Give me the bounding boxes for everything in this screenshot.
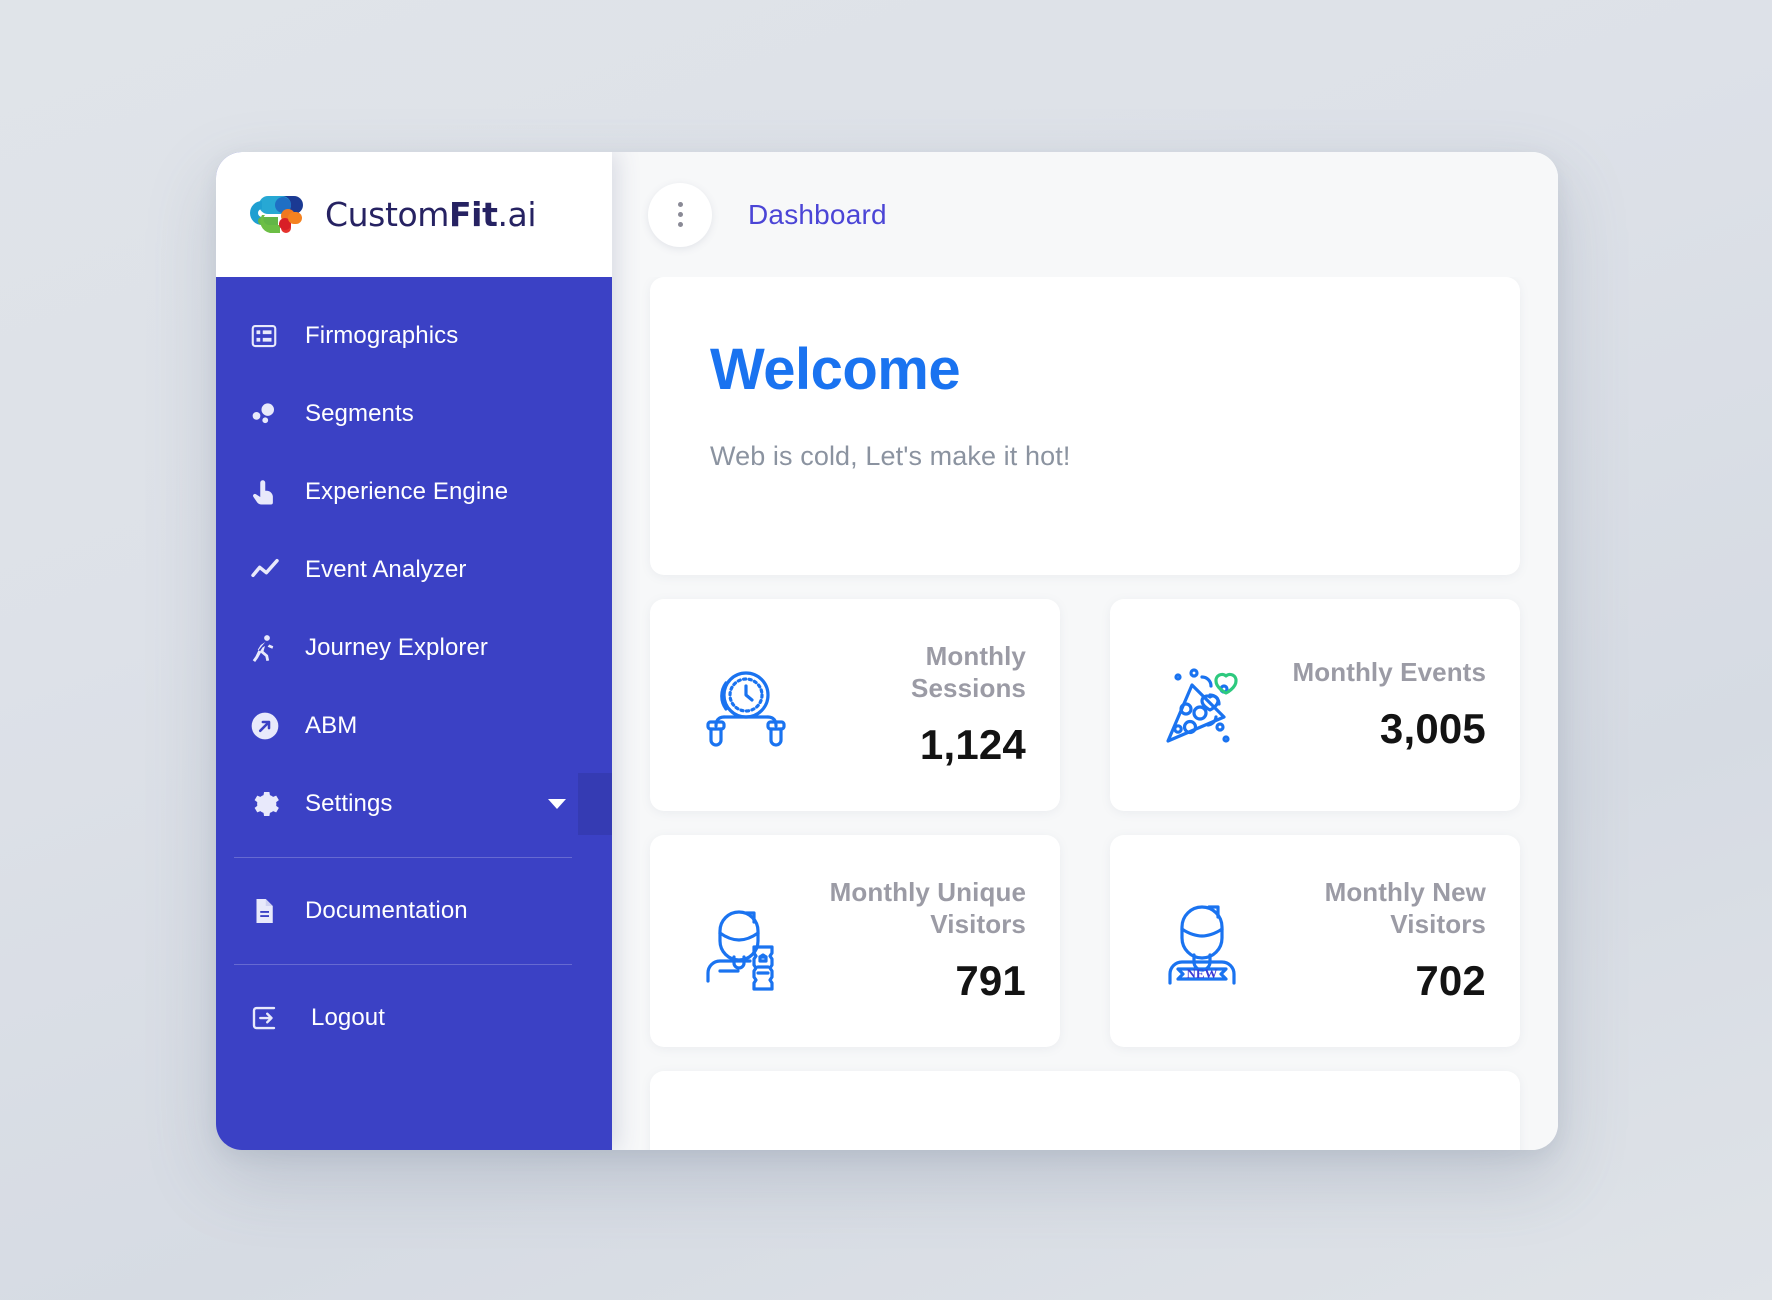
sidebar-divider-top [234, 857, 572, 858]
stat-label: Monthly Sessions [804, 641, 1026, 704]
sidebar-item-label: Firmographics [305, 322, 459, 349]
stat-value: 1,124 [919, 720, 1026, 768]
stat-label: Monthly Events [1264, 657, 1486, 689]
stat-label: Monthly Unique Visitors [804, 877, 1026, 940]
sidebar-item-abm[interactable]: ABM [216, 687, 612, 765]
sidebar-item-firmographics[interactable]: Firmographics [216, 297, 612, 375]
sidebar-item-label: Logout [311, 1004, 386, 1031]
sidebar-item-label: Documentation [305, 897, 468, 924]
sidebar-divider-bottom [234, 964, 572, 965]
sidebar: CustomFit.ai Firmographics Segments Expe… [216, 152, 612, 1150]
sidebar-item-event-analyzer[interactable]: Event Analyzer [216, 531, 612, 609]
party-popper-icon [1144, 655, 1264, 755]
welcome-subtitle: Web is cold, Let's make it hot! [710, 441, 1071, 471]
brand-name-suffix: .ai [497, 195, 537, 234]
stopwatch-jumprope-icon [684, 655, 804, 755]
line-chart-icon [249, 554, 295, 586]
brand-header[interactable]: CustomFit.ai [216, 152, 612, 277]
person-new-badge-icon: NEW [1144, 891, 1264, 991]
chevron-down-icon[interactable] [548, 799, 566, 809]
document-icon [249, 896, 295, 926]
sidebar-item-label: Experience Engine [305, 478, 509, 505]
brand-name: CustomFit.ai [325, 195, 537, 234]
stats-grid: Monthly Sessions 1,124 Monthly Events 3,… [650, 599, 1520, 1047]
kebab-dot [677, 202, 683, 207]
stat-card-monthly-sessions[interactable]: Monthly Sessions 1,124 [650, 599, 1060, 811]
kebab-dot [677, 212, 683, 217]
customfit-logo-icon [248, 190, 316, 240]
stat-text: Monthly New Visitors 702 [1264, 877, 1486, 1004]
stat-value: 3,005 [1379, 704, 1486, 752]
stat-label-line2: Sessions [911, 673, 1026, 703]
sidebar-item-label: Settings [305, 790, 393, 817]
settings-active-marker [578, 773, 612, 835]
bubbles-icon [249, 399, 295, 429]
main-area: Dashboard Welcome Web is cold, Let's mak… [612, 152, 1558, 1150]
hand-pointer-icon [249, 477, 295, 507]
sidebar-item-label: Event Analyzer [305, 556, 467, 583]
list-table-icon [249, 321, 295, 351]
stat-text: Monthly Events 3,005 [1264, 657, 1486, 753]
content-scroll-area: Welcome Web is cold, Let's make it hot! [612, 277, 1558, 1150]
kebab-menu-icon[interactable] [648, 182, 712, 247]
stat-card-monthly-new-visitors[interactable]: NEW Monthly New Visitors 702 [1110, 835, 1520, 1047]
logout-arrow-icon [249, 1003, 295, 1033]
stat-text: Monthly Sessions 1,124 [804, 641, 1026, 768]
sidebar-item-label: Segments [305, 400, 414, 427]
arrow-up-right-circle-icon [249, 710, 295, 742]
app-window: CustomFit.ai Firmographics Segments Expe… [216, 152, 1558, 1150]
gear-icon [249, 788, 295, 820]
stat-value: 791 [955, 956, 1026, 1004]
stat-card-monthly-unique-visitors[interactable]: Monthly Unique Visitors 791 [650, 835, 1060, 1047]
stat-label-line1: Monthly Events [1292, 657, 1486, 688]
stat-label-line1: Monthly Unique [829, 877, 1026, 908]
breadcrumb[interactable]: Dashboard [748, 199, 887, 231]
stat-text: Monthly Unique Visitors 791 [804, 877, 1026, 1004]
brand-name-light: Custom [325, 195, 450, 234]
person-with-ticket-icon [684, 891, 804, 991]
stat-label-line1: Monthly New [1324, 877, 1486, 908]
stat-label-line2: Visitors [930, 909, 1026, 939]
sidebar-item-segments[interactable]: Segments [216, 375, 612, 453]
brand-name-bold: Fit [449, 195, 498, 234]
stat-label-line1: Monthly [925, 641, 1026, 672]
welcome-card: Welcome Web is cold, Let's make it hot! [650, 277, 1520, 575]
sidebar-nav: Firmographics Segments Experience Engine… [216, 277, 612, 1150]
kebab-dot [677, 222, 683, 227]
bottom-partial-card [650, 1071, 1520, 1150]
sidebar-item-journey-explorer[interactable]: Journey Explorer [216, 609, 612, 687]
sidebar-item-label: Journey Explorer [305, 634, 489, 661]
sidebar-item-logout[interactable]: Logout [216, 979, 612, 1057]
topbar: Dashboard [612, 152, 1558, 277]
sidebar-item-settings[interactable]: Settings [216, 765, 612, 843]
page-title: Welcome [710, 337, 961, 402]
sidebar-item-experience-engine[interactable]: Experience Engine [216, 453, 612, 531]
sidebar-item-documentation[interactable]: Documentation [216, 872, 612, 950]
svg-text:NEW: NEW [1186, 966, 1217, 981]
stat-label: Monthly New Visitors [1264, 877, 1486, 940]
stat-label-line2: Visitors [1390, 909, 1486, 939]
stat-value: 702 [1415, 956, 1486, 1004]
sidebar-item-label: ABM [305, 712, 358, 739]
running-person-icon [249, 633, 295, 663]
stat-card-monthly-events[interactable]: Monthly Events 3,005 [1110, 599, 1520, 811]
